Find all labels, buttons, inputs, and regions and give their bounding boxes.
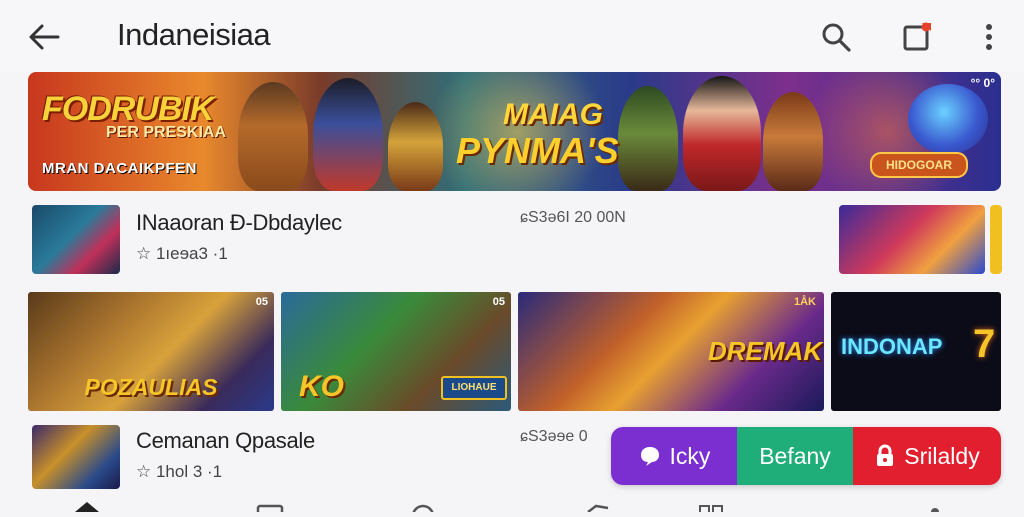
chip-icky[interactable]: Icky	[611, 427, 737, 485]
tile-corner: 05	[255, 296, 268, 308]
tile-label: DREMAK	[708, 336, 823, 366]
tile-corner: 05	[492, 296, 505, 308]
banner-character	[683, 76, 761, 191]
banner-character	[388, 102, 443, 191]
game-rating: ☆ 1hol 3 ·1	[136, 462, 223, 481]
game-tile[interactable]: INDONAP 7	[831, 292, 1001, 411]
nav-home[interactable]	[72, 498, 102, 512]
tile-corner: 1ÅK	[793, 296, 816, 308]
game-thumbnail	[32, 425, 120, 489]
category-chips: Icky Befany Srilaldy	[611, 427, 1001, 485]
notification-button[interactable]	[896, 16, 938, 58]
nav-library[interactable]	[255, 498, 285, 516]
banner-cta-button[interactable]: HIDOGOAR	[870, 152, 968, 178]
game-info: ɕS3ǝɘe 0	[520, 428, 588, 445]
hero-banner[interactable]: FODRUBIK PER PRESKIAA MRAN DACAIKPFEN MA…	[28, 72, 1001, 191]
banner-character	[313, 78, 383, 191]
arrow-left-icon	[29, 24, 60, 50]
library-icon	[256, 504, 284, 516]
chip-label: Srilaldy	[904, 442, 980, 469]
nav-offers[interactable]	[582, 498, 612, 513]
chip-label: Befany	[759, 442, 831, 469]
clock-icon	[411, 504, 435, 517]
game-thumbnail	[990, 205, 1002, 274]
nav-recent[interactable]	[408, 498, 438, 517]
banner-tagline: MRAN DACAIKPFEN	[42, 160, 197, 177]
banner-character	[908, 84, 988, 154]
nav-categories[interactable]	[696, 498, 726, 515]
tile-badge: 7	[973, 322, 996, 366]
banner-corner-text: °° 0°	[970, 76, 995, 90]
game-tile[interactable]: KO LIOHAUE 05	[281, 292, 511, 411]
banner-character	[618, 86, 678, 191]
banner-character	[238, 82, 308, 191]
chip-srilaldy[interactable]: Srilaldy	[853, 427, 1001, 485]
banner-character	[763, 92, 823, 191]
banner-headline-2: PYNMA'S	[456, 130, 619, 171]
game-thumbnail	[32, 205, 120, 274]
back-button[interactable]	[22, 18, 66, 56]
chip-label: Icky	[669, 442, 711, 469]
tile-badge: LIOHAUE	[441, 376, 507, 400]
game-tile[interactable]: POZAULIAS 05	[28, 292, 274, 411]
chip-befany[interactable]: Befany	[737, 427, 853, 485]
notification-icon	[903, 22, 931, 51]
tile-label: POZAULIAS	[84, 374, 218, 400]
person-icon	[931, 508, 939, 516]
search-button[interactable]	[815, 16, 857, 58]
app-bar: Indaneisiaa	[0, 0, 1024, 72]
home-icon	[75, 502, 99, 512]
game-tile[interactable]: DREMAK 1ÅK	[518, 292, 824, 411]
more-options-button[interactable]	[968, 16, 1010, 58]
bottom-navigation	[0, 496, 1024, 517]
game-title: Cemanan Qpasale	[136, 428, 315, 453]
tag-icon	[587, 504, 609, 513]
page-title: Indaneisiaa	[117, 17, 271, 52]
banner-subtitle: PER PRESKIAA	[106, 124, 227, 141]
list-item[interactable]: INaaoran Ð-Dbdaylec ☆ 1ıeɘa3 ·1 ɕS3ǝ6I 2…	[0, 200, 1024, 284]
more-vert-icon	[986, 24, 992, 50]
game-title: INaaoran Ð-Dbdaylec	[136, 210, 342, 235]
tile-label: KO	[299, 370, 344, 403]
grid-icon	[699, 505, 723, 515]
tile-label: INDONAP	[841, 334, 943, 359]
lock-icon	[877, 444, 894, 466]
game-thumbnail	[839, 205, 985, 274]
nav-profile[interactable]	[920, 498, 950, 516]
game-rating: ☆ 1ıeɘa3 ·1	[136, 244, 228, 263]
chat-bubble-icon	[640, 447, 659, 466]
search-icon	[822, 23, 851, 52]
banner-headline: MAIAG	[503, 98, 603, 131]
game-info: ɕS3ǝ6I 20 00N	[520, 209, 626, 226]
